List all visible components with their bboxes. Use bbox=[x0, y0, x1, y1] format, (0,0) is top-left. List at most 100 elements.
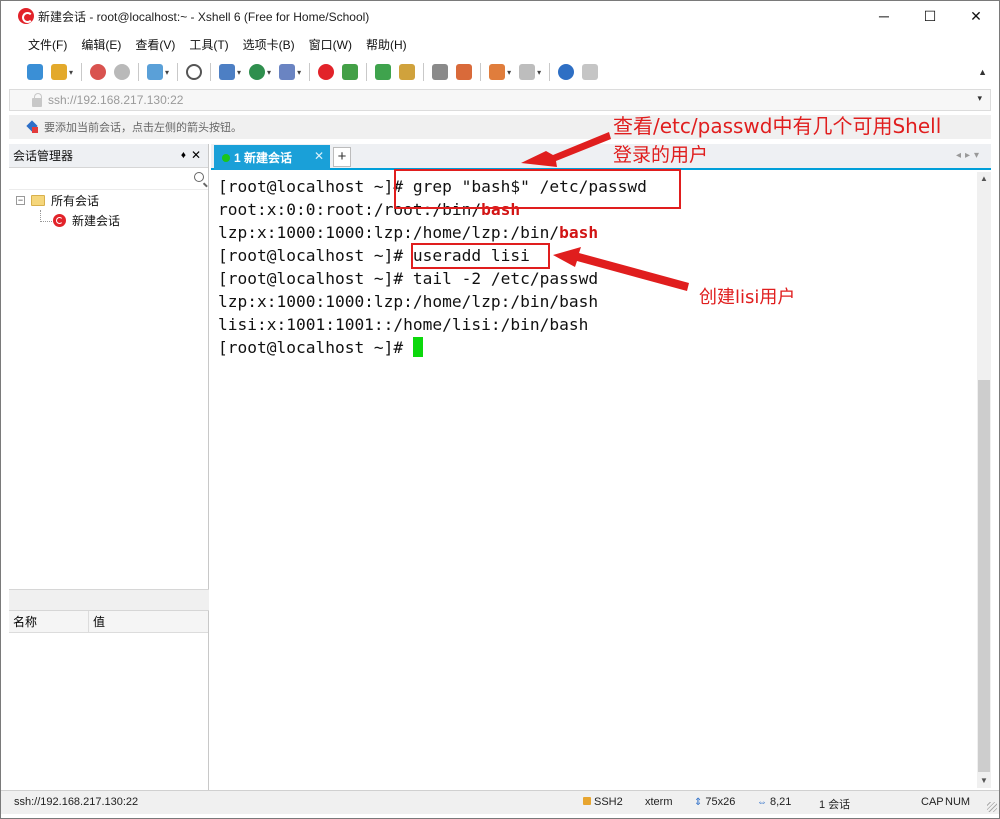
session-icon bbox=[53, 213, 66, 227]
color-scheme-dropdown-arrow-icon[interactable]: ▾ bbox=[237, 68, 241, 77]
scroll-up-icon[interactable]: ▲ bbox=[977, 172, 991, 186]
search-icon[interactable] bbox=[194, 172, 204, 182]
annotation-note-grep-line2: 登录的用户 bbox=[613, 144, 709, 166]
disconnect-icon[interactable] bbox=[90, 64, 107, 80]
status-sessions: 1 会话 bbox=[819, 799, 851, 811]
tab-label: 1 新建会话 bbox=[234, 151, 293, 165]
layout-icon[interactable] bbox=[519, 64, 536, 80]
toolbar-separator bbox=[210, 63, 212, 81]
menu-edit[interactable]: 编辑(E) bbox=[74, 36, 128, 53]
menu-bar: 文件(F) 编辑(E) 查看(V) 工具(T) 选项卡(B) 窗口(W) 帮助(… bbox=[9, 33, 414, 55]
address-bar[interactable]: ssh://192.168.217.130:22 ▾ bbox=[9, 89, 991, 111]
new-folder-icon[interactable] bbox=[489, 64, 506, 80]
find-icon[interactable] bbox=[186, 64, 203, 80]
menu-tools[interactable]: 工具(T) bbox=[182, 36, 235, 53]
add-tab-button[interactable]: + bbox=[333, 147, 351, 167]
maximize-button[interactable]: ☐ bbox=[907, 1, 953, 31]
pin-icon[interactable]: ♦ bbox=[181, 150, 186, 161]
terminal-line: [root@localhost ~]# bbox=[218, 336, 976, 359]
tab-new-session[interactable]: 1 新建会话 ✕ bbox=[214, 145, 330, 170]
toolbar-separator bbox=[423, 63, 425, 81]
folder-dropdown-arrow-icon[interactable]: ▾ bbox=[507, 68, 511, 77]
fullscreen-icon[interactable] bbox=[375, 64, 392, 80]
globe-dropdown-arrow-icon[interactable]: ▾ bbox=[267, 68, 271, 77]
font-icon[interactable] bbox=[279, 64, 296, 80]
status-caps: CAP bbox=[921, 796, 944, 808]
toolbar-separator bbox=[138, 63, 140, 81]
tree-collapse-icon[interactable]: − bbox=[16, 195, 25, 205]
close-button[interactable]: ✕ bbox=[953, 1, 999, 31]
resize-grip-icon[interactable] bbox=[987, 802, 997, 812]
color-scheme-icon[interactable] bbox=[219, 64, 236, 80]
layout-dropdown-arrow-icon[interactable]: ▾ bbox=[537, 68, 541, 77]
annotation-note-useradd: 创建lisi用户 bbox=[699, 287, 796, 308]
help-icon[interactable] bbox=[558, 64, 575, 80]
window-title: 新建会话 - root@localhost:~ - Xshell 6 (Free… bbox=[38, 9, 370, 24]
session-manager-panel: 会话管理器 ♦ ✕ − 所有会话 新建会话 bbox=[9, 144, 209, 589]
lock-icon bbox=[32, 92, 42, 107]
status-cursor: ⇔ 8,21 bbox=[757, 796, 791, 808]
chat-icon[interactable] bbox=[582, 64, 599, 80]
xftp-icon[interactable] bbox=[342, 64, 359, 80]
toolbar-separator bbox=[366, 63, 368, 81]
reconnect-icon[interactable] bbox=[114, 64, 131, 80]
annotation-note-grep-line1: 查看/etc/passwd中有几个可用Shell bbox=[613, 114, 942, 138]
status-num: NUM bbox=[945, 796, 971, 808]
keyboard-icon[interactable] bbox=[432, 64, 449, 80]
open-folder-icon[interactable] bbox=[51, 64, 67, 80]
add-session-arrow-icon[interactable] bbox=[27, 121, 39, 133]
tree-item-all-sessions[interactable]: − 所有会话 bbox=[9, 190, 208, 210]
tab-navigation-icon[interactable]: ◂▸▾ bbox=[956, 150, 983, 161]
session-search[interactable] bbox=[9, 168, 208, 190]
status-terminal-type: xterm bbox=[645, 796, 673, 808]
scroll-thumb[interactable] bbox=[978, 380, 990, 772]
window-controls: ─ ☐ ✕ bbox=[861, 1, 999, 31]
column-value[interactable]: 值 bbox=[89, 611, 105, 632]
font-dropdown-arrow-icon[interactable]: ▾ bbox=[297, 68, 301, 77]
toolbar-separator bbox=[177, 63, 179, 81]
properties-dropdown-arrow-icon[interactable]: ▾ bbox=[165, 68, 169, 77]
tab-bar: 1 新建会话 ✕ + ◂▸▾ bbox=[211, 144, 991, 170]
tab-close-icon[interactable]: ✕ bbox=[314, 149, 324, 163]
terminal-line: [root@localhost ~]# useradd lisi bbox=[218, 244, 976, 267]
address-input[interactable]: ssh://192.168.217.130:22 bbox=[48, 93, 183, 107]
globe-icon[interactable] bbox=[249, 64, 266, 80]
resize-icon: ⇕ bbox=[694, 797, 703, 808]
terminal-scrollbar[interactable]: ▲ ▼ bbox=[977, 172, 991, 788]
menu-file[interactable]: 文件(F) bbox=[21, 36, 74, 53]
menu-window[interactable]: 窗口(W) bbox=[302, 36, 359, 53]
status-protocol-label: SSH2 bbox=[594, 796, 623, 808]
menu-help[interactable]: 帮助(H) bbox=[359, 36, 414, 53]
terminal-text: lisi:x:1001:1001::/home/lisi:/bin/bash bbox=[218, 315, 589, 334]
terminal-output[interactable]: [root@localhost ~]# grep "bash$" /etc/pa… bbox=[212, 172, 976, 788]
cursor-position-icon: ⇔ bbox=[757, 797, 767, 808]
tree-label-new-session: 新建会话 bbox=[72, 213, 121, 228]
menu-tabs[interactable]: 选项卡(B) bbox=[236, 36, 302, 53]
terminal-text: lzp:x:1000:1000:lzp:/home/lzp:/bin/ bbox=[218, 223, 560, 242]
properties-header: 名称 值 bbox=[9, 611, 208, 633]
annotation-box-grep bbox=[394, 169, 681, 209]
xshell-icon[interactable] bbox=[318, 64, 335, 80]
column-name[interactable]: 名称 bbox=[9, 611, 89, 632]
xshell-window: 新建会话 - root@localhost:~ - Xshell 6 (Free… bbox=[0, 0, 1000, 819]
hint-text: 要添加当前会话，点击左侧的箭头按钮。 bbox=[44, 122, 242, 134]
scroll-down-icon[interactable]: ▼ bbox=[977, 774, 991, 788]
address-dropdown-icon[interactable]: ▾ bbox=[977, 93, 982, 104]
new-session-icon[interactable] bbox=[27, 64, 43, 80]
panel-close-icon[interactable]: ✕ bbox=[191, 148, 201, 162]
tree-item-new-session[interactable]: 新建会话 bbox=[9, 210, 208, 230]
menu-view[interactable]: 查看(V) bbox=[128, 36, 182, 53]
terminal-line: [root@localhost ~]# tail -2 /etc/passwd bbox=[218, 267, 976, 290]
properties-icon[interactable] bbox=[147, 64, 164, 80]
panel-splitter[interactable] bbox=[9, 589, 209, 611]
status-size-label: 75x26 bbox=[705, 796, 736, 808]
highlight-pen-icon[interactable] bbox=[456, 64, 473, 80]
toolbar-overflow-icon[interactable]: ▲ bbox=[978, 67, 987, 77]
terminal-keyword: bash bbox=[559, 223, 599, 242]
open-dropdown-arrow-icon[interactable]: ▾ bbox=[69, 68, 73, 77]
toolbar-separator bbox=[309, 63, 311, 81]
lock-icon[interactable] bbox=[399, 64, 416, 80]
tree-connector bbox=[40, 221, 52, 222]
status-cursor-label: 8,21 bbox=[770, 796, 792, 808]
minimize-button[interactable]: ─ bbox=[861, 1, 907, 31]
